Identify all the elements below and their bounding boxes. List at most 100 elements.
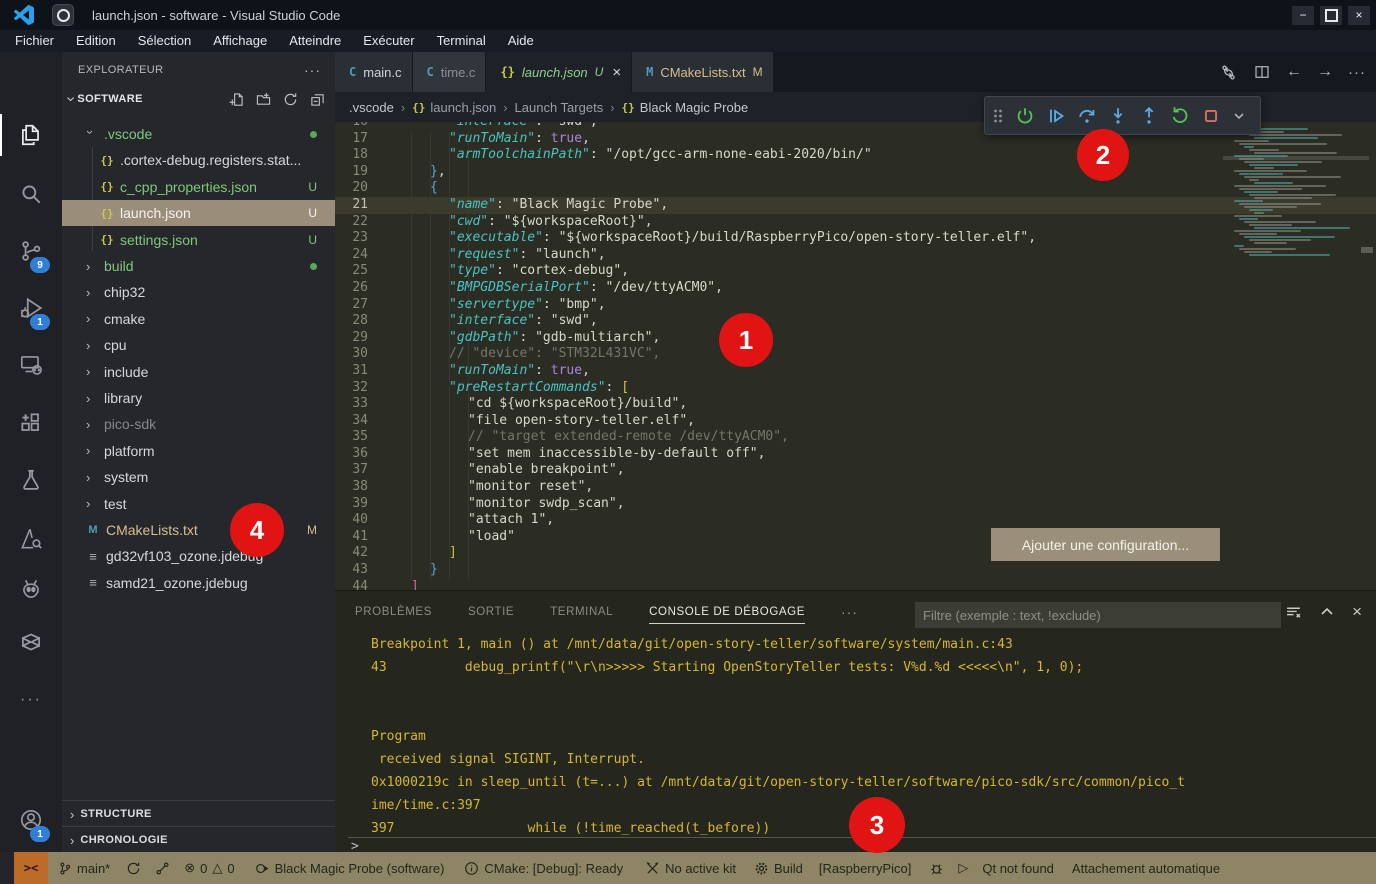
open-changes-icon[interactable] — [1219, 63, 1238, 82]
minimap[interactable] — [1228, 125, 1362, 265]
run-debug-icon[interactable]: 1 — [0, 284, 62, 332]
code-line-26[interactable]: 26"BMPGDBSerialPort": "/dev/ttyACM0", — [335, 280, 1376, 297]
panel-more-icon[interactable]: ··· — [841, 604, 858, 620]
tree-item-cmake[interactable]: ›cmake — [62, 306, 335, 332]
code-line-40[interactable]: 40"attach 1", — [335, 512, 1376, 529]
go-back-icon[interactable]: ← — [1286, 63, 1302, 81]
tab-launch-json[interactable]: {}launch.jsonU× — [486, 52, 632, 92]
panel-tab-probl-mes[interactable]: PROBLÈMES — [355, 606, 432, 618]
sync-button[interactable] — [126, 861, 141, 876]
refresh-icon[interactable] — [283, 92, 298, 107]
breadcrumb-config[interactable]: {}Black Magic Probe — [622, 100, 749, 115]
code-line-24[interactable]: 24"request": "launch", — [335, 247, 1376, 264]
code-line-29[interactable]: 29"gdbPath": "gdb-multiarch", — [335, 330, 1376, 347]
build-button[interactable]: Build — [754, 861, 803, 876]
branch-status[interactable]: main* — [58, 861, 110, 876]
code-line-25[interactable]: 25"type": "cortex-debug", — [335, 263, 1376, 280]
code-editor[interactable]: 16"interface": "swd",17"runToMain": true… — [335, 122, 1376, 590]
panel-tab-terminal[interactable]: TERMINAL — [550, 606, 613, 618]
tree-item-build[interactable]: ›build — [62, 253, 335, 279]
code-line-20[interactable]: 20{ — [335, 180, 1376, 197]
menu-terminal[interactable]: Terminal — [426, 30, 497, 52]
build-target[interactable]: [RaspberryPico] — [819, 861, 911, 876]
tab-time-c[interactable]: Ctime.c — [413, 52, 487, 92]
debug-button[interactable] — [929, 861, 944, 876]
menu-edition[interactable]: Edition — [65, 30, 127, 52]
toolbar-grip[interactable] — [991, 106, 1005, 126]
menu-aide[interactable]: Aide — [497, 30, 545, 52]
collapse-all-icon[interactable] — [310, 92, 325, 107]
remote-explorer-icon[interactable] — [0, 341, 62, 389]
tree-item-pico-sdk[interactable]: ›pico-sdk — [62, 411, 335, 437]
account-icon[interactable]: 1 — [0, 796, 62, 844]
code-line-35[interactable]: 35// "target extended-remote /dev/ttyACM… — [335, 429, 1376, 446]
tree-item--cortex-debug-registers-stat-[interactable]: {}.cortex-debug.registers.stat... — [62, 147, 335, 173]
clear-console-icon[interactable] — [1285, 604, 1302, 621]
split-editor-icon[interactable] — [1253, 63, 1271, 81]
code-line-36[interactable]: 36"set mem inaccessible-by-default off", — [335, 446, 1376, 463]
code-line-34[interactable]: 34"file open-story-teller.elf", — [335, 413, 1376, 430]
explorer-icon[interactable] — [0, 111, 62, 159]
tree-item-c-cpp-properties-json[interactable]: {}c_cpp_properties.jsonU — [62, 174, 335, 200]
tree-item-platform[interactable]: ›platform — [62, 438, 335, 464]
breadcrumb-file[interactable]: {}launch.json — [412, 100, 496, 115]
tree-item-gd32vf103-ozone-jdebug[interactable]: ≡gd32vf103_ozone.jdebug — [62, 543, 335, 569]
panel-tab-sortie[interactable]: SORTIE — [468, 606, 514, 618]
menu-fichier[interactable]: Fichier — [4, 30, 65, 52]
editor-scrollbar[interactable] — [1361, 247, 1373, 253]
code-line-19[interactable]: 19}, — [335, 164, 1376, 181]
graph-button[interactable] — [155, 861, 170, 876]
qt-status[interactable]: Qt not found — [982, 861, 1054, 876]
sidebar-more-icon[interactable]: ··· — [304, 62, 321, 78]
code-line-21[interactable]: 21"name": "Black Magic Probe", — [335, 197, 1376, 214]
cmake-icon[interactable] — [0, 515, 62, 563]
tree-item--vscode[interactable]: ›.vscode — [62, 121, 335, 147]
code-line-18[interactable]: 18"armToolchainPath": "/opt/gcc-arm-none… — [335, 147, 1376, 164]
restart-icon[interactable] — [1169, 105, 1191, 127]
tree-item-settings-json[interactable]: {}settings.jsonU — [62, 227, 335, 253]
new-file-icon[interactable] — [229, 92, 244, 107]
step-out-icon[interactable] — [1138, 105, 1160, 127]
cmake-status[interactable]: CMake: [Debug]: Ready — [464, 861, 623, 876]
debug-target-status[interactable]: Black Magic Probe (software) — [255, 861, 445, 876]
timeline-section[interactable]: › CHRONOLOGIE — [62, 826, 335, 852]
new-folder-icon[interactable] — [256, 92, 271, 107]
code-line-22[interactable]: 22"cwd": "${workspaceRoot}", — [335, 214, 1376, 231]
panel-tab-console-de-d-bogage[interactable]: CONSOLE DE DÉBOGAGE — [649, 606, 805, 624]
tree-item-cpu[interactable]: ›cpu — [62, 332, 335, 358]
debug-adapter-icon[interactable] — [0, 565, 62, 613]
structure-section[interactable]: › STRUCTURE — [62, 800, 335, 827]
code-line-23[interactable]: 23"executable": "${workspaceRoot}/build/… — [335, 230, 1376, 247]
tree-item-cmakelists-txt[interactable]: MCMakeLists.txtM — [62, 517, 335, 543]
code-line-38[interactable]: 38"monitor reset", — [335, 479, 1376, 496]
step-over-icon[interactable] — [1076, 105, 1098, 127]
filter-input[interactable]: Filtre (exemple : text, !exclude) — [915, 602, 1281, 628]
tab-main-c[interactable]: Cmain.c — [335, 52, 413, 92]
add-configuration-button[interactable]: Ajouter une configuration... — [991, 528, 1220, 561]
menu-sélection[interactable]: Sélection — [127, 30, 202, 52]
code-line-39[interactable]: 39"monitor swdp_scan", — [335, 496, 1376, 513]
code-line-27[interactable]: 27"servertype": "bmp", — [335, 297, 1376, 314]
more-views-icon[interactable]: ··· — [0, 676, 62, 724]
close-tab-icon[interactable]: × — [612, 64, 621, 81]
code-line-31[interactable]: 31"runToMain": true, — [335, 363, 1376, 380]
attach-status[interactable]: Attachement automatique — [1072, 861, 1220, 876]
tree-item-test[interactable]: ›test — [62, 491, 335, 517]
tab-cmakelists-txt[interactable]: MCMakeLists.txtM — [632, 52, 773, 92]
code-line-30[interactable]: 30// "device": "STM32L431VC", — [335, 346, 1376, 363]
tree-item-include[interactable]: ›include — [62, 359, 335, 385]
remote-indicator[interactable]: >< — [14, 852, 48, 884]
stop-icon[interactable] — [1200, 105, 1222, 127]
menu-exécuter[interactable]: Exécuter — [352, 30, 425, 52]
tree-item-chip32[interactable]: ›chip32 — [62, 279, 335, 305]
code-line-37[interactable]: 37"enable breakpoint", — [335, 462, 1376, 479]
tree-item-launch-json[interactable]: {}launch.jsonU — [62, 200, 335, 226]
step-into-icon[interactable] — [1107, 105, 1129, 127]
toolbar-chevron-icon[interactable] — [1231, 108, 1247, 124]
code-line-43[interactable]: 43} — [335, 562, 1376, 579]
code-line-32[interactable]: 32"preRestartCommands": [ — [335, 380, 1376, 397]
code-line-33[interactable]: 33"cd ${workspaceRoot}/build", — [335, 396, 1376, 413]
continue-icon[interactable] — [1045, 105, 1067, 127]
maximize-button[interactable] — [1320, 6, 1342, 25]
debug-console-output[interactable]: Breakpoint 1, main () at /mnt/data/git/o… — [335, 633, 1376, 835]
